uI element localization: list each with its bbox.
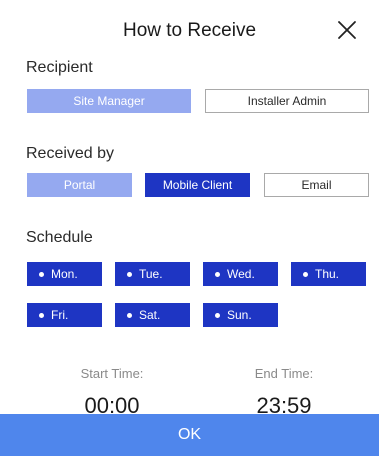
recipient-site-manager-button[interactable]: Site Manager [27,89,191,113]
day-chip-fri[interactable]: Fri. [27,303,102,327]
day-chip-label: Fri. [51,308,69,322]
day-chip-thu[interactable]: Thu. [291,262,366,286]
day-chip-mon[interactable]: Mon. [27,262,102,286]
ok-button[interactable]: OK [0,414,379,456]
close-icon [338,21,356,39]
day-chip-sat[interactable]: Sat. [115,303,190,327]
received-by-mobile-client-button[interactable]: Mobile Client [145,173,250,197]
dialog-header: How to Receive [0,0,379,64]
selected-dot-icon [215,312,220,318]
day-chip-tue[interactable]: Tue. [115,262,190,286]
selected-dot-icon [127,271,132,277]
selected-dot-icon [303,271,308,277]
close-button[interactable] [335,18,359,42]
day-chip-label: Tue. [139,267,163,281]
selected-dot-icon [215,271,220,277]
day-chip-sun[interactable]: Sun. [203,303,278,327]
day-chip-label: Sat. [139,308,161,322]
selected-dot-icon [39,312,44,318]
recipient-label: Recipient [26,59,93,76]
schedule-label: Schedule [26,229,93,246]
day-chip-wed[interactable]: Wed. [203,262,278,286]
dialog-title: How to Receive [122,20,257,41]
end-time-label: End Time: [254,366,314,381]
day-chip-label: Mon. [51,267,78,281]
day-chip-label: Thu. [315,267,340,281]
received-by-email-button[interactable]: Email [264,173,369,197]
received-by-label: Received by [26,145,115,162]
day-chip-label: Wed. [227,267,255,281]
day-chip-label: Sun. [227,308,252,322]
recipient-installer-admin-button[interactable]: Installer Admin [205,89,369,113]
received-by-portal-button[interactable]: Portal [27,173,132,197]
selected-dot-icon [39,271,44,277]
selected-dot-icon [127,312,132,318]
start-time-label: Start Time: [80,366,144,381]
